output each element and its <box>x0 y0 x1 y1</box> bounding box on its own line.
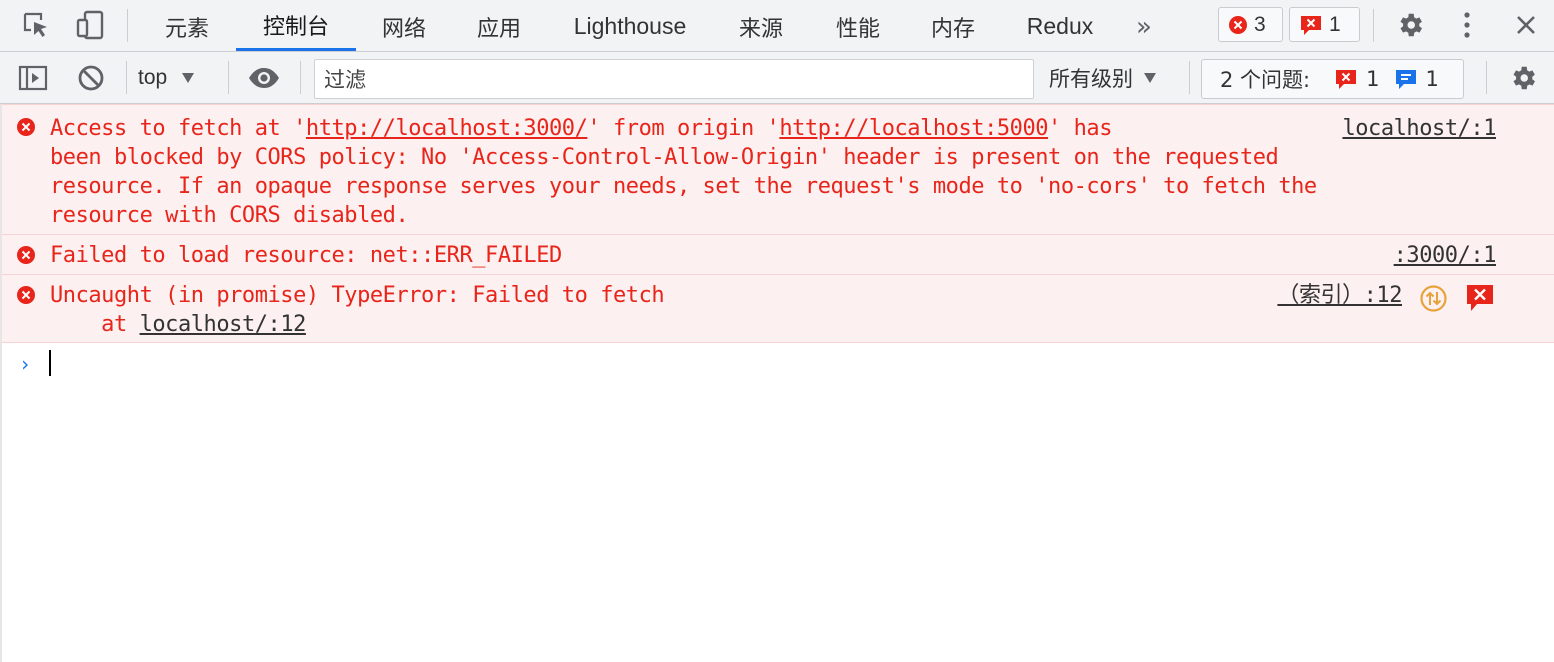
live-expression-eye-icon[interactable] <box>244 62 284 94</box>
inspect-element-icon[interactable] <box>18 8 54 42</box>
message-text: Failed to load resource: net::ERR_FAILED <box>50 243 562 268</box>
issue-error-icon <box>1301 15 1321 35</box>
divider <box>1486 61 1487 94</box>
tab-application[interactable]: 应用 <box>455 0 543 51</box>
issue-error-icon <box>1336 70 1357 89</box>
issue-count-badge[interactable]: 1 <box>1289 7 1360 42</box>
divider <box>126 61 127 94</box>
message-text: Access to fetch at 'http://localhost:300… <box>50 116 1317 228</box>
more-tabs-icon[interactable]: » <box>1124 0 1164 51</box>
console-toolbar: top 过滤 所有级别 2 个问题: 1 1 <box>0 52 1554 104</box>
issues-info-count: 1 <box>1425 67 1439 91</box>
error-icon <box>17 118 35 136</box>
tab-performance[interactable]: 性能 <box>813 0 903 51</box>
filter-placeholder: 过滤 <box>324 68 366 92</box>
url-link[interactable]: http://localhost:3000/ <box>306 116 588 141</box>
issue-error-icon[interactable] <box>1465 283 1495 313</box>
error-count: 3 <box>1254 12 1266 36</box>
stack-trace-link[interactable]: localhost/:12 <box>140 312 307 337</box>
issues-label: 2 个问题: <box>1220 68 1311 92</box>
tab-memory[interactable]: 内存 <box>908 0 998 51</box>
more-options-icon[interactable] <box>1450 8 1484 42</box>
divider <box>228 61 229 94</box>
devtools-tab-bar: 元素 控制台 网络 应用 Lighthouse 来源 性能 内存 Redux »… <box>0 0 1554 52</box>
source-link[interactable]: :3000/:1 <box>1394 241 1497 270</box>
message-text: Uncaught (in promise) TypeError: Failed … <box>50 283 665 337</box>
context-label: top <box>138 66 168 89</box>
console-message-cors-error: Access to fetch at 'http://localhost:300… <box>0 104 1554 235</box>
console-input-caret[interactable] <box>49 350 51 376</box>
close-devtools-icon[interactable] <box>1508 8 1544 42</box>
issues-button[interactable]: 2 个问题: 1 1 <box>1201 59 1464 99</box>
sidebar-toggle-icon[interactable] <box>16 62 50 94</box>
context-selector[interactable]: top <box>138 61 195 95</box>
tab-network[interactable]: 网络 <box>360 0 448 51</box>
error-icon <box>1229 15 1247 34</box>
log-levels-dropdown[interactable]: 所有级别 <box>1049 61 1157 95</box>
divider <box>1189 61 1190 94</box>
tab-sources[interactable]: 来源 <box>716 0 806 51</box>
filter-input[interactable]: 过滤 <box>314 59 1034 99</box>
divider <box>1373 9 1374 42</box>
device-toolbar-icon[interactable] <box>72 8 108 42</box>
tab-elements[interactable]: 元素 <box>142 0 232 51</box>
promise-async-icon[interactable] <box>1419 284 1448 313</box>
url-link[interactable]: http://localhost:5000 <box>779 116 1048 141</box>
error-icon <box>17 246 35 264</box>
issues-error-count: 1 <box>1366 67 1380 91</box>
panel-left-border <box>0 104 2 662</box>
issue-count: 1 <box>1329 12 1341 36</box>
source-link[interactable]: localhost/:1 <box>1342 114 1496 143</box>
divider <box>300 61 301 94</box>
source-link[interactable]: （索引）:12 <box>1277 281 1402 310</box>
settings-gear-icon[interactable] <box>1390 8 1430 42</box>
tab-lighthouse[interactable]: Lighthouse <box>555 0 705 51</box>
error-icon <box>17 286 35 304</box>
log-levels-label: 所有级别 <box>1049 67 1133 91</box>
console-message-load-failed: Failed to load resource: net::ERR_FAILED… <box>0 235 1554 275</box>
tab-console[interactable]: 控制台 <box>236 0 356 51</box>
issue-info-icon <box>1395 70 1416 89</box>
tab-redux[interactable]: Redux <box>1010 0 1110 51</box>
console-prompt-chevron-icon: › <box>19 352 32 376</box>
dropdown-arrow-icon <box>1144 73 1156 83</box>
error-count-badge[interactable]: 3 <box>1218 7 1283 42</box>
console-settings-gear-icon[interactable] <box>1503 61 1543 95</box>
clear-console-icon[interactable] <box>74 62 108 94</box>
divider <box>127 9 128 42</box>
dropdown-arrow-icon <box>182 73 195 83</box>
console-message-uncaught-typeerror: Uncaught (in promise) TypeError: Failed … <box>0 275 1554 343</box>
